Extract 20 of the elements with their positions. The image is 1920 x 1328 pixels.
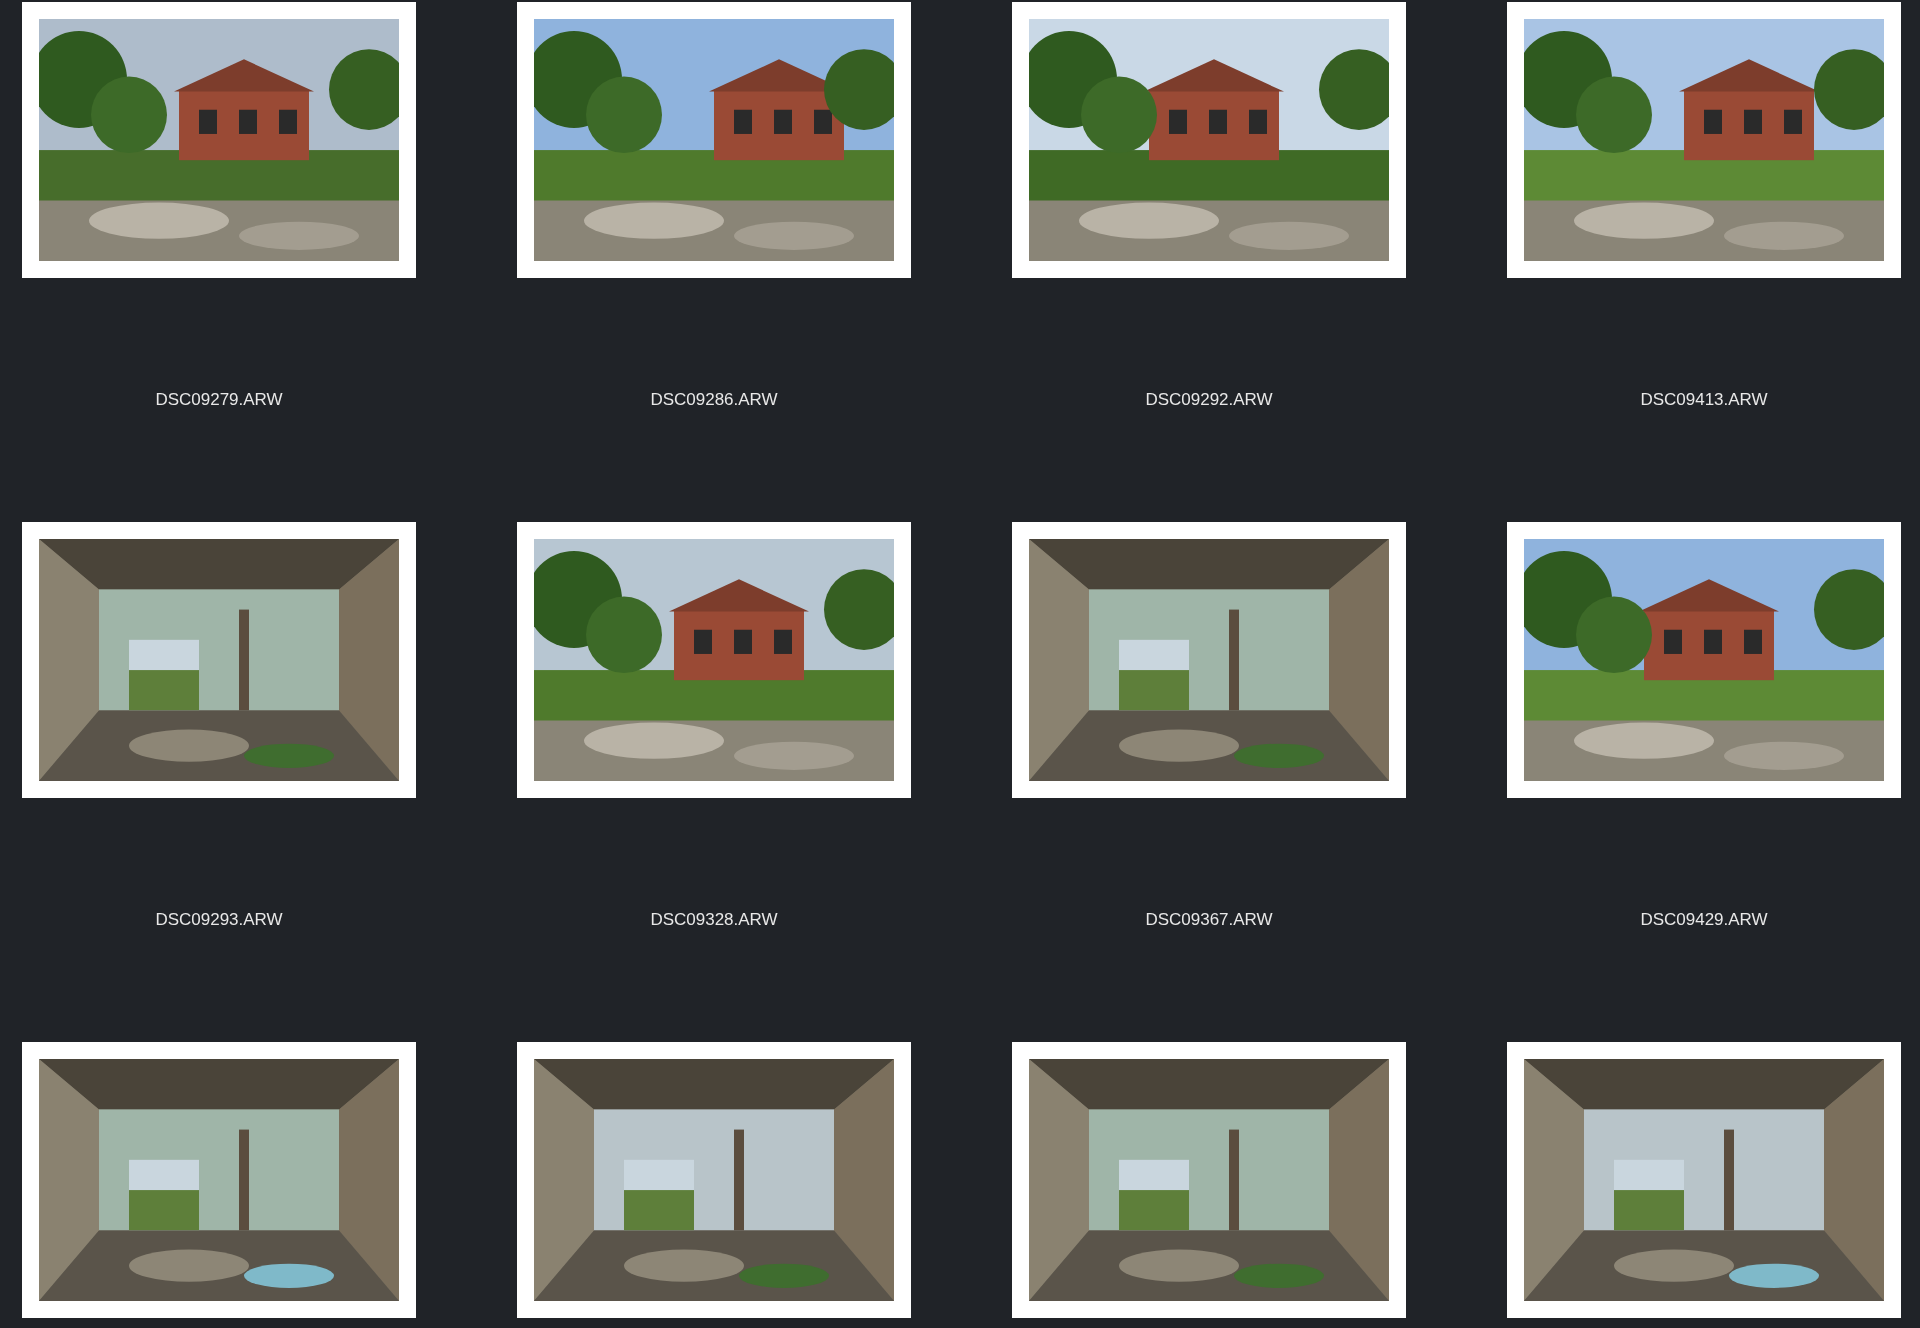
file-name: DSC09413.ARW bbox=[1640, 390, 1768, 410]
file-name: DSC09286.ARW bbox=[650, 390, 778, 410]
photo-card[interactable] bbox=[22, 2, 416, 278]
photo-card[interactable] bbox=[22, 1042, 416, 1318]
photo-card[interactable] bbox=[1507, 1042, 1901, 1318]
photo-card[interactable] bbox=[517, 522, 911, 798]
photo-card[interactable] bbox=[517, 2, 911, 278]
photo-card[interactable] bbox=[517, 1042, 911, 1318]
photo-card[interactable] bbox=[22, 522, 416, 798]
file-name: DSC09429.ARW bbox=[1640, 910, 1768, 930]
file-name: DSC09279.ARW bbox=[155, 390, 283, 410]
photo-card[interactable] bbox=[1012, 1042, 1406, 1318]
file-name: DSC09293.ARW bbox=[155, 910, 283, 930]
photo-card[interactable] bbox=[1507, 522, 1901, 798]
photo-card[interactable] bbox=[1012, 2, 1406, 278]
file-name: DSC09292.ARW bbox=[1145, 390, 1273, 410]
file-name: DSC09367.ARW bbox=[1145, 910, 1273, 930]
photo-card[interactable] bbox=[1012, 522, 1406, 798]
file-name: DSC09328.ARW bbox=[650, 910, 778, 930]
photo-card[interactable] bbox=[1507, 2, 1901, 278]
